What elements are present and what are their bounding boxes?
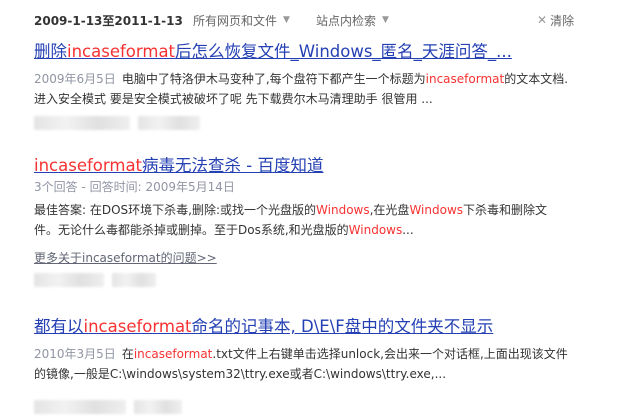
abstract-text: 的镜像,一般是C:\windows\system32\ttry.exe或者C:\… [34, 367, 447, 381]
title-text: 都有以 [34, 317, 84, 336]
abstract-highlight: incaseformat [425, 72, 505, 86]
result-meta: 3个回答 - 回答时间: 2009年5月14日 [34, 180, 235, 194]
abstract-text: 件。无论什么毒都能杀掉或删掉。至于Dos系统,和光盘版的 [34, 223, 349, 237]
abstract-text: ,在光盘 [369, 203, 410, 217]
result-abstract: 最佳答案: 在DOS环境下杀毒,删除:或找一个光盘版的Windows,在光盘Wi… [34, 200, 614, 240]
blurred-source-url [34, 400, 614, 414]
abstract-highlight: Windows [316, 203, 370, 217]
blurred-source-url [34, 116, 614, 130]
caret-down-icon: ▼ [283, 15, 290, 25]
site-search-filter[interactable]: 站点内检索 ▼ [316, 12, 389, 29]
blurred-block [138, 116, 200, 130]
result-title-link[interactable]: 删除incaseformat后怎么恢复文件_Windows_匿名_天涯问答_..… [34, 41, 614, 63]
caret-down-icon: ▼ [382, 15, 389, 25]
search-filter-bar: 2009-1-13至2011-1-13 所有网页和文件 ▼ 站点内检索 ▼ ✕ … [34, 10, 594, 30]
abstract-text: 电脑中了特洛伊木马变种了,每个盘符下都产生一个标题为 [121, 72, 426, 86]
abstract-highlight: Windows [348, 223, 403, 237]
time-range-filter[interactable]: 2009-1-13至2011-1-13 [34, 12, 183, 29]
file-scope-filter[interactable]: 所有网页和文件 ▼ [193, 12, 290, 29]
result-date: 2009年6月5日 [34, 72, 116, 86]
title-highlight: incaseformat [34, 156, 143, 175]
search-result: 都有以incaseformat命名的记事本, D\E\F盘中的文件夹不显示 20… [34, 316, 614, 414]
blurred-block [34, 273, 104, 287]
title-text: 命名的记事本, D\E\F盘中的文件夹不显示 [191, 317, 494, 336]
title-text: 后怎么恢复文件_Windows_匿名_天涯问答_... [175, 42, 512, 61]
title-highlight: incaseformat [67, 42, 176, 61]
abstract-text: 在 [121, 347, 134, 361]
blurred-source-url [34, 273, 614, 287]
blurred-block [134, 400, 182, 414]
abstract-text: ... [402, 223, 414, 237]
abstract-text: 下杀毒和删除文 [463, 203, 548, 217]
file-scope-label: 所有网页和文件 [193, 13, 278, 28]
more-questions-link[interactable]: 更多关于incaseformat的问题>> [34, 249, 614, 266]
abstract-text: 的文本文档. [504, 72, 569, 86]
abstract-highlight: Windows [409, 203, 464, 217]
time-range-label: 2009-1-13至2011-1-13 [34, 13, 183, 28]
clear-filters-button[interactable]: ✕ 清除 [537, 12, 574, 29]
search-result: 删除incaseformat后怎么恢复文件_Windows_匿名_天涯问答_..… [34, 41, 614, 130]
result-date: 2010年3月5日 [34, 347, 116, 361]
result-title-link[interactable]: incaseformat病毒无法查杀 - 百度知道 [34, 155, 614, 177]
result-title-link[interactable]: 都有以incaseformat命名的记事本, D\E\F盘中的文件夹不显示 [34, 316, 614, 338]
site-search-label: 站点内检索 [316, 13, 377, 28]
blurred-block [34, 116, 130, 130]
result-abstract: 2009年6月5日 电脑中了特洛伊木马变种了,每个盘符下都产生一个标题为incas… [34, 69, 614, 109]
search-result: incaseformat病毒无法查杀 - 百度知道 3个回答 - 回答时间: 2… [34, 155, 614, 287]
abstract-highlight: incaseformat [133, 347, 213, 361]
abstract-text: .txt文件上右键单击选择unlock,会出来一个对话框,上面出现该文件 [212, 347, 568, 361]
abstract-text: 进入安全模式 要是安全模式被破坏了呢 先下载费尔木马清理助手 很管用 ... [34, 92, 433, 106]
close-icon: ✕ [537, 13, 548, 27]
blurred-block [112, 273, 156, 287]
title-text: 删除 [34, 42, 67, 61]
result-abstract: 2010年3月5日 在incaseformat.txt文件上右键单击选择unloc… [34, 344, 614, 384]
blurred-block [34, 400, 126, 414]
clear-label: 清除 [550, 13, 575, 28]
title-highlight: incaseformat [83, 317, 192, 336]
abstract-text: 最佳答案: 在DOS环境下杀毒,删除:或找一个光盘版的 [34, 203, 317, 217]
title-text: 病毒无法查杀 - 百度知道 [142, 156, 324, 175]
